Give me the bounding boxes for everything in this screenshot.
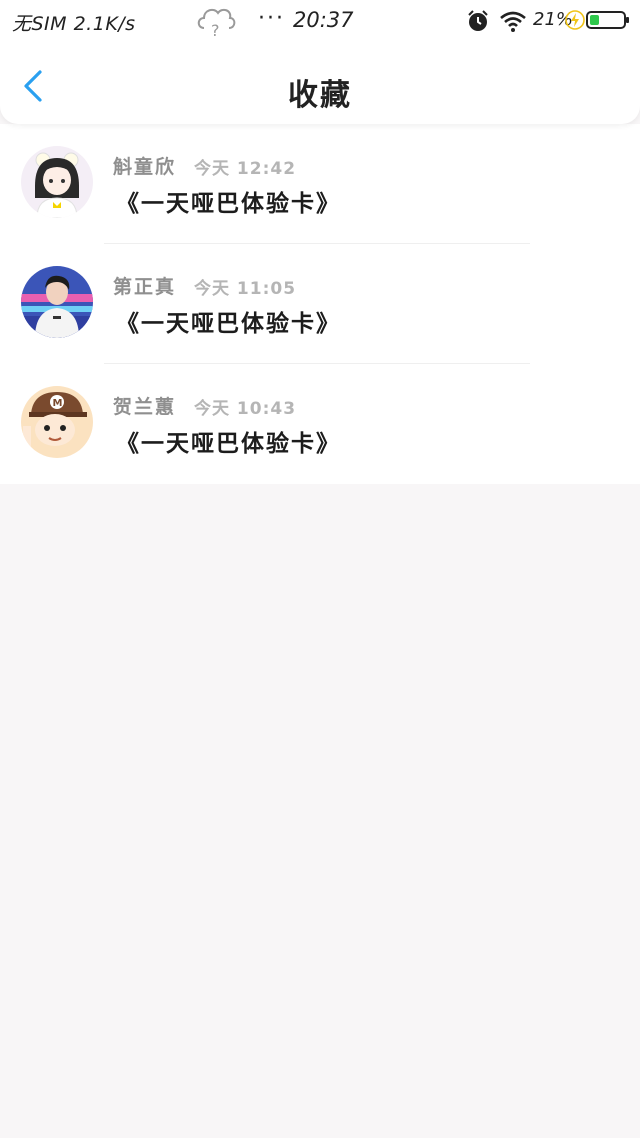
status-bar: 无SIM 2.1K/s ? ··· 20:37 21% — [0, 0, 640, 42]
svg-text:?: ? — [211, 21, 220, 40]
carrier-speed-text: 无SIM 2.1K/s — [12, 13, 136, 35]
favorite-content: 《一天哑巴体验卡》 — [116, 311, 341, 337]
more-dots: ··· — [258, 6, 285, 31]
list-item[interactable]: 斛童欣 今天 12:42 《一天哑巴体验卡》 — [0, 124, 640, 244]
timestamp: 今天 12:42 — [194, 159, 297, 179]
list-item[interactable]: M 贺兰蕙 今天 10:43 《一天哑巴体验卡》 — [0, 364, 640, 484]
battery-icon — [586, 10, 630, 35]
wifi-icon — [499, 10, 527, 37]
favorites-list: 斛童欣 今天 12:42 《一天哑巴体验卡》 第正真 今天 11:05 《一天哑… — [0, 124, 640, 484]
avatar[interactable] — [21, 266, 93, 338]
charging-bolt-icon — [565, 10, 585, 35]
list-item[interactable]: 第正真 今天 11:05 《一天哑巴体验卡》 — [0, 244, 640, 364]
timestamp: 今天 10:43 — [194, 399, 297, 419]
cartoon-boy-avatar: M — [21, 386, 93, 458]
man-photo-avatar — [21, 266, 93, 338]
page-title: 收藏 — [288, 78, 352, 113]
avatar[interactable] — [21, 146, 93, 218]
anime-girl-avatar — [21, 146, 93, 218]
header: 无SIM 2.1K/s ? ··· 20:37 21% 收藏 — [0, 0, 640, 124]
user-name: 斛童欣 — [113, 156, 177, 178]
alarm-icon — [466, 9, 490, 38]
svg-text:M: M — [53, 398, 63, 409]
favorite-content: 《一天哑巴体验卡》 — [116, 431, 341, 457]
avatar[interactable]: M — [21, 386, 93, 458]
favorite-content: 《一天哑巴体验卡》 — [116, 191, 341, 217]
clock-time: 20:37 — [293, 8, 354, 32]
nav-bar: 收藏 — [0, 42, 640, 124]
cloud-question-icon: ? — [194, 2, 238, 45]
user-name: 贺兰蕙 — [113, 396, 177, 418]
timestamp: 今天 11:05 — [194, 279, 297, 299]
user-name: 第正真 — [113, 276, 177, 298]
